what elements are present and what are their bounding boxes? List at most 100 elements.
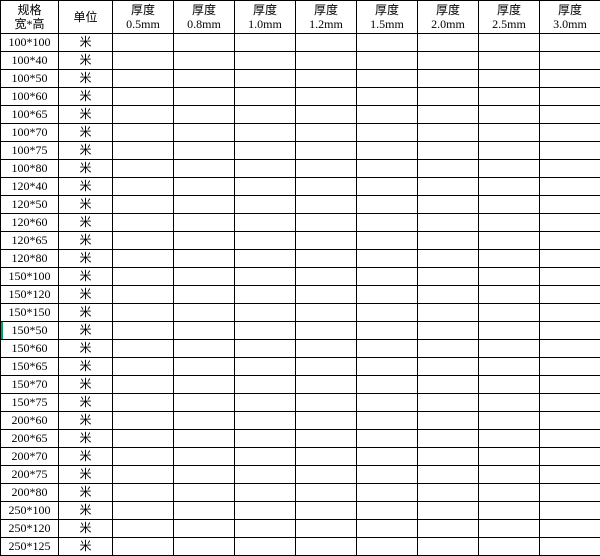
cell-unit: 米 — [59, 448, 113, 466]
cell-thickness — [296, 70, 357, 88]
table-row: 100*65米 — [1, 106, 600, 124]
cell-unit: 米 — [59, 502, 113, 520]
cell-thickness — [418, 160, 479, 178]
cell-thickness — [479, 142, 540, 160]
cell-thickness — [113, 106, 174, 124]
cell-unit: 米 — [59, 538, 113, 556]
cell-spec: 120*50 — [1, 196, 59, 214]
cell-thickness — [113, 268, 174, 286]
cell-spec: 150*100 — [1, 268, 59, 286]
cell-thickness — [540, 484, 600, 502]
cell-thickness — [540, 178, 600, 196]
cell-spec: 120*80 — [1, 250, 59, 268]
cell-thickness — [540, 322, 600, 340]
cell-thickness — [479, 286, 540, 304]
cell-thickness — [540, 70, 600, 88]
cell-thickness — [418, 196, 479, 214]
table-row: 120*60米 — [1, 214, 600, 232]
cell-thickness — [540, 430, 600, 448]
cell-thickness — [479, 520, 540, 538]
cell-thickness — [418, 250, 479, 268]
cell-spec: 120*40 — [1, 178, 59, 196]
cell-thickness — [418, 142, 479, 160]
cell-thickness — [235, 430, 296, 448]
table-row: 200*60米 — [1, 412, 600, 430]
cell-thickness — [357, 304, 418, 322]
cell-thickness — [174, 340, 235, 358]
cell-thickness — [418, 430, 479, 448]
cell-thickness — [479, 196, 540, 214]
cell-thickness — [540, 538, 600, 556]
cell-thickness — [174, 268, 235, 286]
cell-spec: 250*125 — [1, 538, 59, 556]
header-unit: 单位 — [59, 1, 113, 34]
cell-spec: 200*65 — [1, 430, 59, 448]
cell-thickness — [418, 232, 479, 250]
cell-unit: 米 — [59, 124, 113, 142]
cell-unit: 米 — [59, 250, 113, 268]
cell-thickness — [479, 178, 540, 196]
cell-thickness — [479, 70, 540, 88]
cell-thickness — [296, 394, 357, 412]
cell-thickness — [357, 484, 418, 502]
cell-thickness — [540, 88, 600, 106]
header-thickness-3: 厚度 1.2mm — [296, 1, 357, 34]
cell-thickness — [357, 124, 418, 142]
cell-thickness — [418, 520, 479, 538]
cell-thickness — [296, 286, 357, 304]
cell-thickness — [174, 466, 235, 484]
table-row: 100*75米 — [1, 142, 600, 160]
cell-thickness — [418, 304, 479, 322]
cell-thickness — [296, 484, 357, 502]
cell-thickness — [540, 268, 600, 286]
cell-thickness — [174, 286, 235, 304]
cell-thickness — [540, 106, 600, 124]
cell-thickness — [113, 232, 174, 250]
cell-thickness — [235, 448, 296, 466]
cell-thickness — [113, 142, 174, 160]
cell-thickness — [418, 376, 479, 394]
cell-thickness — [540, 142, 600, 160]
cell-thickness — [357, 322, 418, 340]
cell-unit: 米 — [59, 232, 113, 250]
cell-thickness — [418, 52, 479, 70]
cell-thickness — [296, 178, 357, 196]
cell-spec: 150*75 — [1, 394, 59, 412]
cell-thickness — [174, 88, 235, 106]
cell-thickness — [296, 322, 357, 340]
cell-spec: 200*70 — [1, 448, 59, 466]
cell-unit: 米 — [59, 214, 113, 232]
table-row: 150*150米 — [1, 304, 600, 322]
cell-thickness — [540, 376, 600, 394]
cell-thickness — [540, 340, 600, 358]
cell-thickness — [357, 340, 418, 358]
cell-spec: 150*70 — [1, 376, 59, 394]
cell-thickness — [174, 34, 235, 52]
cell-thickness — [296, 376, 357, 394]
cell-thickness — [540, 160, 600, 178]
table-row: 200*65米 — [1, 430, 600, 448]
cell-thickness — [113, 412, 174, 430]
cell-unit: 米 — [59, 394, 113, 412]
cell-thickness — [113, 52, 174, 70]
cell-thickness — [235, 268, 296, 286]
cell-thickness — [174, 160, 235, 178]
cell-thickness — [357, 358, 418, 376]
cell-thickness — [174, 448, 235, 466]
cell-thickness — [357, 466, 418, 484]
header-thickness-6: 厚度 2.5mm — [479, 1, 540, 34]
cell-spec: 100*50 — [1, 70, 59, 88]
cell-thickness — [540, 520, 600, 538]
cell-thickness — [235, 412, 296, 430]
cell-thickness — [418, 538, 479, 556]
cell-thickness — [113, 250, 174, 268]
cell-thickness — [235, 178, 296, 196]
cell-thickness — [357, 88, 418, 106]
cell-thickness — [113, 160, 174, 178]
table-row: 120*40米 — [1, 178, 600, 196]
cell-unit: 米 — [59, 358, 113, 376]
cell-thickness — [357, 214, 418, 232]
cell-thickness — [479, 232, 540, 250]
cell-thickness — [479, 52, 540, 70]
cell-unit: 米 — [59, 376, 113, 394]
